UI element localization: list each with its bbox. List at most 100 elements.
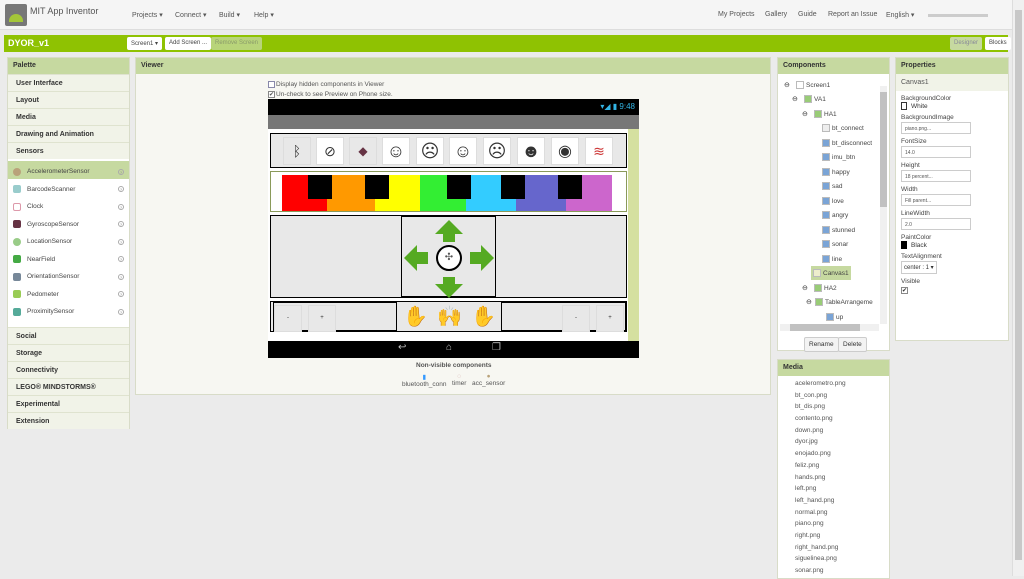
- prop-line-width-input[interactable]: 2.0: [901, 218, 971, 230]
- media-file[interactable]: acelerometro.png: [778, 380, 889, 392]
- collapse-icon[interactable]: ⊖: [802, 284, 808, 292]
- category-user-interface[interactable]: User Interface: [8, 74, 129, 91]
- back-icon[interactable]: ↩: [398, 342, 406, 353]
- collapse-icon[interactable]: ⊖: [784, 81, 790, 89]
- prop-height-input[interactable]: 18 percent...: [901, 170, 971, 182]
- down-arrow-button[interactable]: [435, 284, 463, 298]
- tree-up[interactable]: up: [826, 313, 843, 321]
- tree-ha1[interactable]: HA1: [814, 110, 837, 118]
- tree-happy[interactable]: happy: [822, 168, 850, 176]
- prop-visible-checkbox[interactable]: ✔: [901, 287, 908, 294]
- palette-item-location[interactable]: LocationSensor?: [8, 231, 129, 249]
- tree-screen1[interactable]: Screen1: [796, 81, 830, 89]
- media-file[interactable]: piano.png: [778, 520, 889, 532]
- blocks-button[interactable]: Blocks: [985, 37, 1011, 50]
- add-screen-button[interactable]: Add Screen ...: [165, 37, 212, 50]
- prop-width-input[interactable]: Fill parent...: [901, 194, 971, 206]
- category-social[interactable]: Social: [8, 327, 129, 344]
- media-file[interactable]: left.png: [778, 485, 889, 497]
- remove-screen-button[interactable]: Remove Screen: [211, 37, 263, 50]
- link-gallery[interactable]: Gallery: [765, 11, 787, 18]
- page-scrollbar[interactable]: [1012, 0, 1024, 576]
- menu-projects[interactable]: Projects ▾: [132, 11, 163, 19]
- link-report-issue[interactable]: Report an Issue: [828, 11, 877, 18]
- checkbox[interactable]: [268, 81, 275, 88]
- canvas-piano[interactable]: [270, 171, 627, 212]
- palette-item-accelerometer[interactable]: AccelerometerSensor?: [8, 161, 129, 179]
- tree-stunned[interactable]: stunned: [822, 226, 855, 234]
- category-media[interactable]: Media: [8, 108, 129, 125]
- display-hidden-toggle[interactable]: Display hidden components in Viewer: [268, 81, 384, 88]
- tree-bt-disconnect[interactable]: bt_disconnect: [822, 139, 872, 147]
- piano-black-key[interactable]: [501, 175, 525, 199]
- media-file[interactable]: bt_con.png: [778, 392, 889, 404]
- category-layout[interactable]: Layout: [8, 91, 129, 108]
- help-icon[interactable]: ?: [118, 168, 124, 175]
- designer-button[interactable]: Designer: [950, 37, 983, 50]
- delete-button[interactable]: Delete: [838, 337, 867, 352]
- category-lego[interactable]: LEGO® MINDSTORMS®: [8, 378, 129, 395]
- bt-disconnect-button[interactable]: ⊘: [316, 137, 344, 165]
- right-arrow-button[interactable]: [481, 245, 494, 271]
- stunned-button[interactable]: ☻: [517, 137, 545, 165]
- prop-font-size-input[interactable]: 14.0: [901, 146, 971, 158]
- category-extension[interactable]: Extension: [8, 412, 129, 429]
- tree-love[interactable]: love: [822, 197, 844, 205]
- tree-table-arrangement[interactable]: TableArrangeme: [815, 298, 873, 306]
- prop-background-image-input[interactable]: piano.png...: [901, 122, 971, 134]
- menu-build[interactable]: Build ▾: [219, 11, 240, 19]
- help-icon[interactable]: ?: [118, 186, 124, 193]
- link-guide[interactable]: Guide: [798, 11, 817, 18]
- right-minus-button[interactable]: -: [562, 305, 590, 332]
- tree-imu-btn[interactable]: imu_btn: [822, 153, 855, 161]
- media-file[interactable]: siguelinea.png: [778, 555, 889, 567]
- media-file[interactable]: hands.png: [778, 474, 889, 486]
- media-file[interactable]: left_hand.png: [778, 497, 889, 509]
- app-inventor-logo[interactable]: [5, 4, 27, 26]
- tree-canvas1[interactable]: Canvas1: [811, 266, 851, 280]
- piano-black-key[interactable]: [365, 175, 389, 199]
- help-icon[interactable]: ?: [118, 256, 124, 263]
- category-drawing-animation[interactable]: Drawing and Animation: [8, 125, 129, 142]
- media-file[interactable]: dyor.jpg: [778, 438, 889, 450]
- tree-bt-connect[interactable]: bt_connect: [822, 124, 864, 132]
- prop-background-color[interactable]: White: [901, 102, 1003, 110]
- palette-item-orientation[interactable]: OrientationSensor?: [8, 266, 129, 284]
- nonvisible-timer[interactable]: ◌ timer: [452, 373, 466, 387]
- checkbox-checked[interactable]: ✔: [268, 91, 275, 98]
- nonvisible-acc-sensor[interactable]: ● acc_sensor: [472, 373, 505, 387]
- tree-horizontal-scrollbar[interactable]: [780, 324, 879, 331]
- prop-paint-color[interactable]: Black: [901, 241, 1003, 249]
- palette-item-gyroscope[interactable]: GyroscopeSensor?: [8, 214, 129, 232]
- recents-icon[interactable]: ❐: [492, 342, 501, 353]
- help-icon[interactable]: ?: [118, 291, 124, 298]
- collapse-icon[interactable]: ⊖: [792, 95, 798, 103]
- media-file[interactable]: right.png: [778, 532, 889, 544]
- tree-line[interactable]: line: [822, 255, 842, 263]
- tree-vertical-scrollbar[interactable]: [880, 86, 887, 324]
- piano-black-key[interactable]: [558, 175, 582, 199]
- media-file[interactable]: feliz.png: [778, 462, 889, 474]
- media-file[interactable]: bt_dis.png: [778, 403, 889, 415]
- bt-connect-button[interactable]: ᛒ: [283, 137, 311, 165]
- up-arrow-button[interactable]: [435, 220, 463, 234]
- media-file[interactable]: normal.png: [778, 509, 889, 521]
- help-icon[interactable]: ?: [118, 221, 124, 228]
- palette-item-pedometer[interactable]: Pedometer?: [8, 284, 129, 302]
- phone-preview-toggle[interactable]: ✔ Un-check to see Preview on Phone size.: [268, 91, 393, 98]
- help-icon[interactable]: ?: [118, 238, 124, 245]
- palette-item-nearfield[interactable]: NearField?: [8, 249, 129, 267]
- category-sensors[interactable]: Sensors: [8, 142, 129, 159]
- media-file[interactable]: right_hand.png: [778, 544, 889, 556]
- tree-ha2[interactable]: HA2: [814, 284, 837, 292]
- left-hand-button[interactable]: ✋: [401, 304, 430, 331]
- palette-item-proximity[interactable]: ProximitySensor?: [8, 301, 129, 319]
- home-icon[interactable]: ⌂: [446, 342, 452, 353]
- right-hand-button[interactable]: ✋: [469, 304, 498, 331]
- help-icon[interactable]: ?: [118, 273, 124, 280]
- rename-button[interactable]: Rename: [804, 337, 839, 352]
- piano-black-key[interactable]: [308, 175, 332, 199]
- happy-button[interactable]: ☺: [382, 137, 410, 165]
- media-file[interactable]: enojado.png: [778, 450, 889, 462]
- account-menu[interactable]: [928, 14, 988, 17]
